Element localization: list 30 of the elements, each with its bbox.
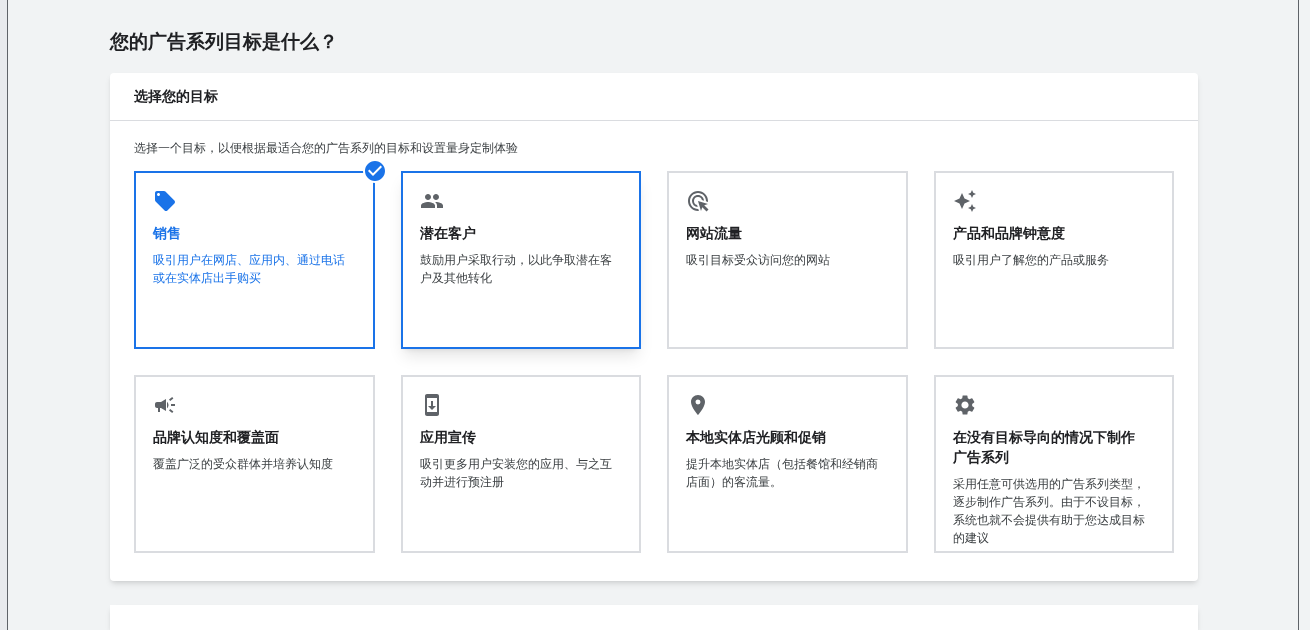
goal-description: 吸引用户在网店、应用内、通过电话或在实体店出手购买 bbox=[153, 251, 346, 287]
sparkles-icon bbox=[952, 188, 977, 213]
goal-title: 销售 bbox=[153, 223, 182, 243]
goal-title: 应用宣传 bbox=[419, 427, 477, 447]
goal-description: 吸引目标受众访问您的网站 bbox=[686, 251, 831, 269]
goal-title: 品牌认知度和覆盖面 bbox=[153, 427, 280, 447]
goal-title: 本地实体店光顾和促销 bbox=[686, 427, 827, 447]
goal-card[interactable]: 应用宣传 吸引更多用户安装您的应用、与之互动并进行预注册 bbox=[400, 374, 641, 553]
goal-description: 鼓励用户采取行动，以此争取潜在客户及其他转化 bbox=[419, 251, 613, 287]
tag-icon bbox=[153, 188, 177, 213]
goal-card[interactable]: 品牌认知度和覆盖面 覆盖广泛的受众群体并培养认知度 bbox=[134, 374, 375, 553]
cursor-click-icon bbox=[686, 188, 710, 213]
goal-description: 吸引用户了解您的产品或服务 bbox=[952, 251, 1110, 269]
goal-card[interactable]: 网站流量 吸引目标受众访问您的网站 bbox=[667, 170, 908, 349]
goal-title: 产品和品牌钟意度 bbox=[952, 223, 1066, 243]
goal-description: 采用任意可供选用的广告系列类型，逐步制作广告系列。由于不设目标，系统也就不会提供有助于您达成目标的建议 bbox=[952, 475, 1146, 547]
goal-card[interactable]: 本地实体店光顾和促销 提升本地实体店（包括餐馆和经销商店面）的客流量。 bbox=[667, 374, 908, 553]
goal-title: 在没有目标导向的情况下制作广告系列 bbox=[952, 427, 1136, 467]
goal-description: 吸引更多用户安装您的应用、与之互动并进行预注册 bbox=[419, 455, 613, 491]
goal-card[interactable]: 产品和品牌钟意度 吸引用户了解您的产品或服务 bbox=[933, 170, 1174, 349]
panel-header: 选择您的目标 bbox=[110, 72, 1198, 121]
goal-description: 提升本地实体店（包括餐馆和经销商店面）的客流量。 bbox=[686, 455, 879, 491]
goal-title: 网站流量 bbox=[686, 223, 743, 243]
goal-card[interactable]: 在没有目标导向的情况下制作广告系列 采用任意可供选用的广告系列类型，逐步制作广告系列。由于不设目标，系统也就不会提供有助于您达成目标的建议 bbox=[933, 374, 1174, 553]
page-title: 您的广告系列目标是什么？ bbox=[110, 30, 338, 54]
goal-card[interactable]: 销售 吸引用户在网店、应用内、通过电话或在实体店出手购买 bbox=[134, 170, 375, 349]
instruction-text: 选择一个目标，以便根据最适合您的广告系列的目标和设置量身定制体验 bbox=[133, 139, 519, 157]
goal-card[interactable]: 潜在客户 鼓励用户采取行动，以此争取潜在客户及其他转化 bbox=[400, 170, 641, 349]
goal-title: 潜在客户 bbox=[419, 223, 477, 243]
goal-description: 覆盖广泛的受众群体并培养认知度 bbox=[153, 455, 334, 473]
